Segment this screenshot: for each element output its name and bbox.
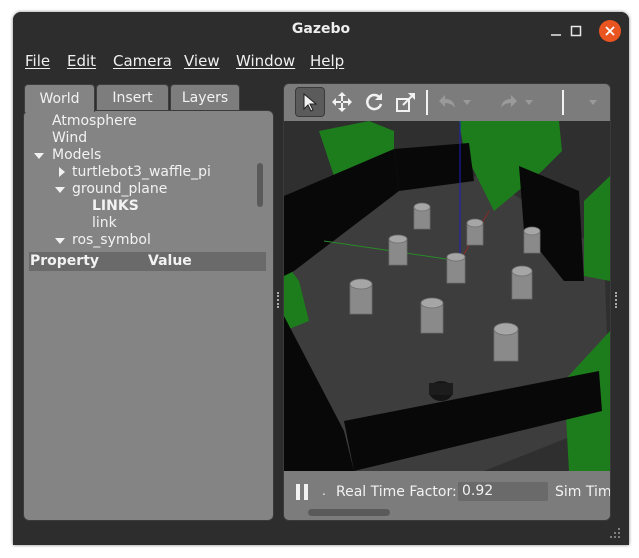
translate-icon <box>332 92 352 112</box>
minimize-icon <box>551 34 561 36</box>
chevron-down-icon <box>589 100 597 105</box>
chevron-down-icon <box>525 100 533 105</box>
cylinder <box>388 234 408 266</box>
scene-panel: . Real Time Factor: 0.92 Sim Tim <box>283 83 611 521</box>
menu-help[interactable]: Help <box>310 52 344 70</box>
tree-item-ground-plane[interactable]: ground_plane <box>72 181 167 197</box>
real-time-factor-field: 0.92 <box>458 482 548 501</box>
collapsed-arrow-icon[interactable] <box>59 167 65 177</box>
sim-time-label: Sim Tim <box>555 484 611 500</box>
panel-splitter-handle[interactable] <box>277 292 281 308</box>
cylinder <box>413 202 431 230</box>
expand-arrow-icon[interactable] <box>34 153 44 159</box>
window-title: Gazebo <box>291 21 351 37</box>
tab-insert[interactable]: Insert <box>96 84 169 111</box>
pause-button[interactable] <box>296 484 308 500</box>
undo-icon <box>439 95 455 108</box>
undo-dropdown-button[interactable] <box>460 87 474 117</box>
pause-icon <box>296 484 308 500</box>
redo-button[interactable] <box>494 87 524 117</box>
redo-dropdown-button[interactable] <box>522 87 536 117</box>
scale-mode-button[interactable] <box>391 87 421 117</box>
scene-render <box>284 121 610 471</box>
undo-button[interactable] <box>432 87 462 117</box>
tree-item-atmosphere[interactable]: Atmosphere <box>52 113 137 129</box>
minimize-button[interactable] <box>545 20 567 42</box>
redo-icon <box>501 95 517 108</box>
expand-arrow-icon[interactable] <box>55 238 65 244</box>
menu-view[interactable]: View <box>184 52 220 70</box>
toolbar-separator <box>426 90 428 115</box>
menu-bar: File Edit Camera View Window Help <box>13 48 629 74</box>
menu-edit[interactable]: Edit <box>67 52 96 70</box>
rotate-mode-button[interactable] <box>359 87 389 117</box>
value-column-header: Value <box>148 253 192 269</box>
real-time-factor-label: Real Time Factor: <box>336 484 457 500</box>
property-header: Property Value <box>29 252 266 271</box>
cylinder <box>420 297 444 334</box>
toolbar-overflow-button[interactable] <box>586 87 600 117</box>
bottom-scrollbar[interactable] <box>308 509 390 516</box>
gazebo-window: Gazebo File Edit Camera View Window Help… <box>13 12 629 545</box>
title-bar[interactable]: Gazebo <box>13 12 629 48</box>
maximize-icon <box>570 25 582 37</box>
right-splitter-handle[interactable] <box>615 292 619 308</box>
tab-layers[interactable]: Layers <box>170 84 240 111</box>
world-panel: Atmosphere Wind Models turtlebot3_waffle… <box>23 110 274 521</box>
property-column-header: Property <box>30 253 100 269</box>
menu-file[interactable]: File <box>25 52 50 70</box>
cylinder <box>349 278 373 315</box>
tree-item-link[interactable]: link <box>92 215 117 231</box>
chevron-down-icon <box>463 100 471 105</box>
scene-toolbar <box>284 84 610 121</box>
close-button[interactable] <box>599 20 621 42</box>
cylinder <box>446 252 466 284</box>
select-mode-button[interactable] <box>295 87 325 117</box>
rotate-icon <box>366 93 383 111</box>
cylinder <box>466 218 484 246</box>
step-separator: . <box>322 484 326 498</box>
expand-arrow-icon[interactable] <box>55 187 65 193</box>
tree-item-links-header: LINKS <box>92 198 139 214</box>
cylinder <box>511 265 533 300</box>
resize-grip-icon[interactable] <box>609 524 621 538</box>
turtlebot-robot <box>429 381 453 401</box>
maximize-button[interactable] <box>565 20 587 42</box>
tree-item-turtlebot[interactable]: turtlebot3_waffle_pi <box>72 164 211 180</box>
scale-icon <box>396 93 415 112</box>
cylinder <box>493 322 519 362</box>
tree-item-models[interactable]: Models <box>52 147 101 163</box>
close-icon <box>605 26 615 36</box>
menu-window[interactable]: Window <box>236 52 295 70</box>
cylinder <box>523 226 541 254</box>
toolbar-separator <box>562 90 564 115</box>
menu-camera[interactable]: Camera <box>113 52 172 70</box>
bottom-status-bar: . Real Time Factor: 0.92 Sim Tim <box>284 471 610 520</box>
tab-world[interactable]: World <box>24 84 95 112</box>
tree-item-ros-symbol[interactable]: ros_symbol <box>72 232 151 248</box>
select-arrow-icon <box>303 92 318 112</box>
tree-scrollbar[interactable] <box>257 163 263 207</box>
translate-mode-button[interactable] <box>327 87 357 117</box>
tree-item-wind[interactable]: Wind <box>52 130 87 146</box>
3d-viewport[interactable] <box>284 121 610 471</box>
tree-4 <box>584 176 610 281</box>
